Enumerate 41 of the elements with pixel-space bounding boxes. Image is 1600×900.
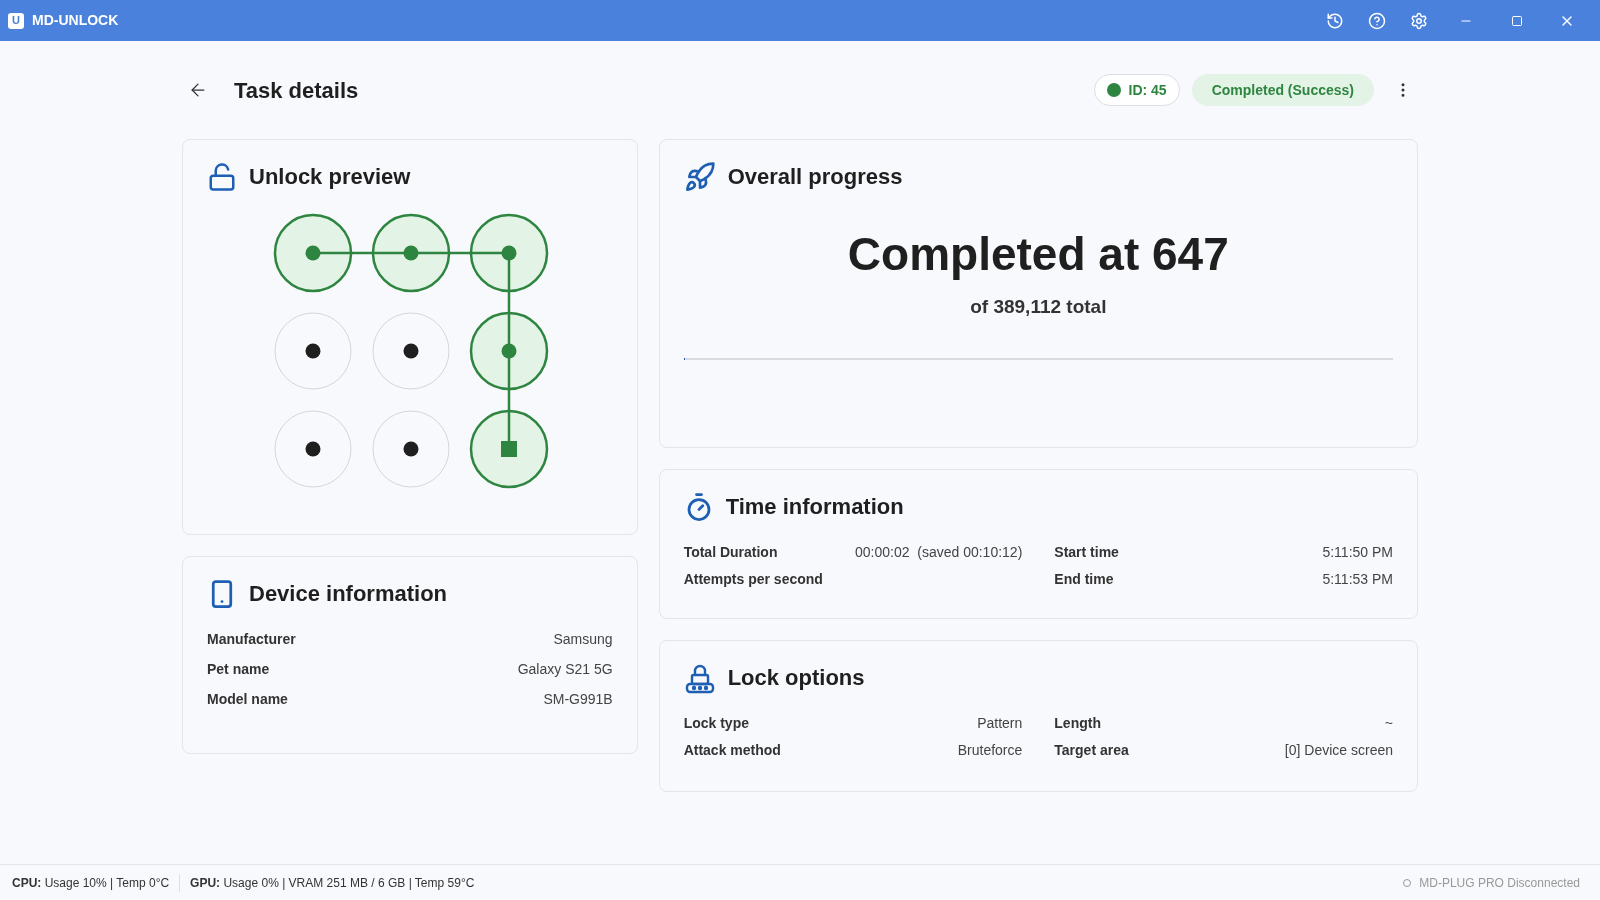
field-label: Total Duration [683,543,778,562]
field-value: Galaxy S21 5G [517,660,613,679]
field-value: 5:11:53 PM [1322,570,1393,589]
field-label: Attempts per second [683,570,823,589]
connection-status: MD-PLUG PRO Disconnected [1419,874,1580,892]
page-title: Task details [234,76,359,105]
field-label: Attack method [683,741,781,760]
field-label: Pet name [207,660,270,679]
field-label: Model name [207,690,288,709]
field-value: Pattern [977,714,1023,733]
maximize-icon[interactable] [1511,14,1523,27]
unlock-icon [207,161,237,192]
field-value: Bruteforce [957,741,1023,760]
field-label: Manufacturer [207,630,296,649]
field-value: 5:11:50 PM [1322,543,1393,562]
field-label: Start time [1054,543,1119,562]
field-label: Length [1054,714,1101,733]
field-value: 00:00:02 (saved 00:10:12) [854,543,1023,562]
field-value: SM-G991B [543,690,613,709]
status-text: CPU: Usage 10% | Temp 0°C [12,873,181,892]
field-value: Samsung [553,630,613,649]
card-title: Device information [249,580,448,608]
status-badge: Completed (Success) [1191,74,1374,106]
card-title: Time information [725,493,904,521]
status-text: GPU: Usage 0% | VRAM 251 MB / 6 GB | Temp 59°C [190,874,476,892]
history-icon[interactable] [1326,11,1344,30]
settings-icon[interactable] [1410,11,1428,30]
help-icon[interactable] [1368,11,1386,30]
field-value: ~ [1384,714,1393,733]
field-label: Lock type [683,714,749,733]
app-logo: U [8,12,24,29]
window-title: MD-UNLOCK [32,11,119,30]
field-value: [0] Device screen [1284,741,1393,760]
progress-subline: of 389,112 total [970,295,1107,319]
rocket-icon [683,160,716,193]
card-title: Lock options [727,664,865,692]
card-title: Unlock preview [249,163,411,191]
field-label: End time [1054,570,1114,589]
field-label: Target area [1054,741,1129,760]
id-badge: ID: 45 [1093,74,1180,106]
card-title: Overall progress [727,163,903,191]
